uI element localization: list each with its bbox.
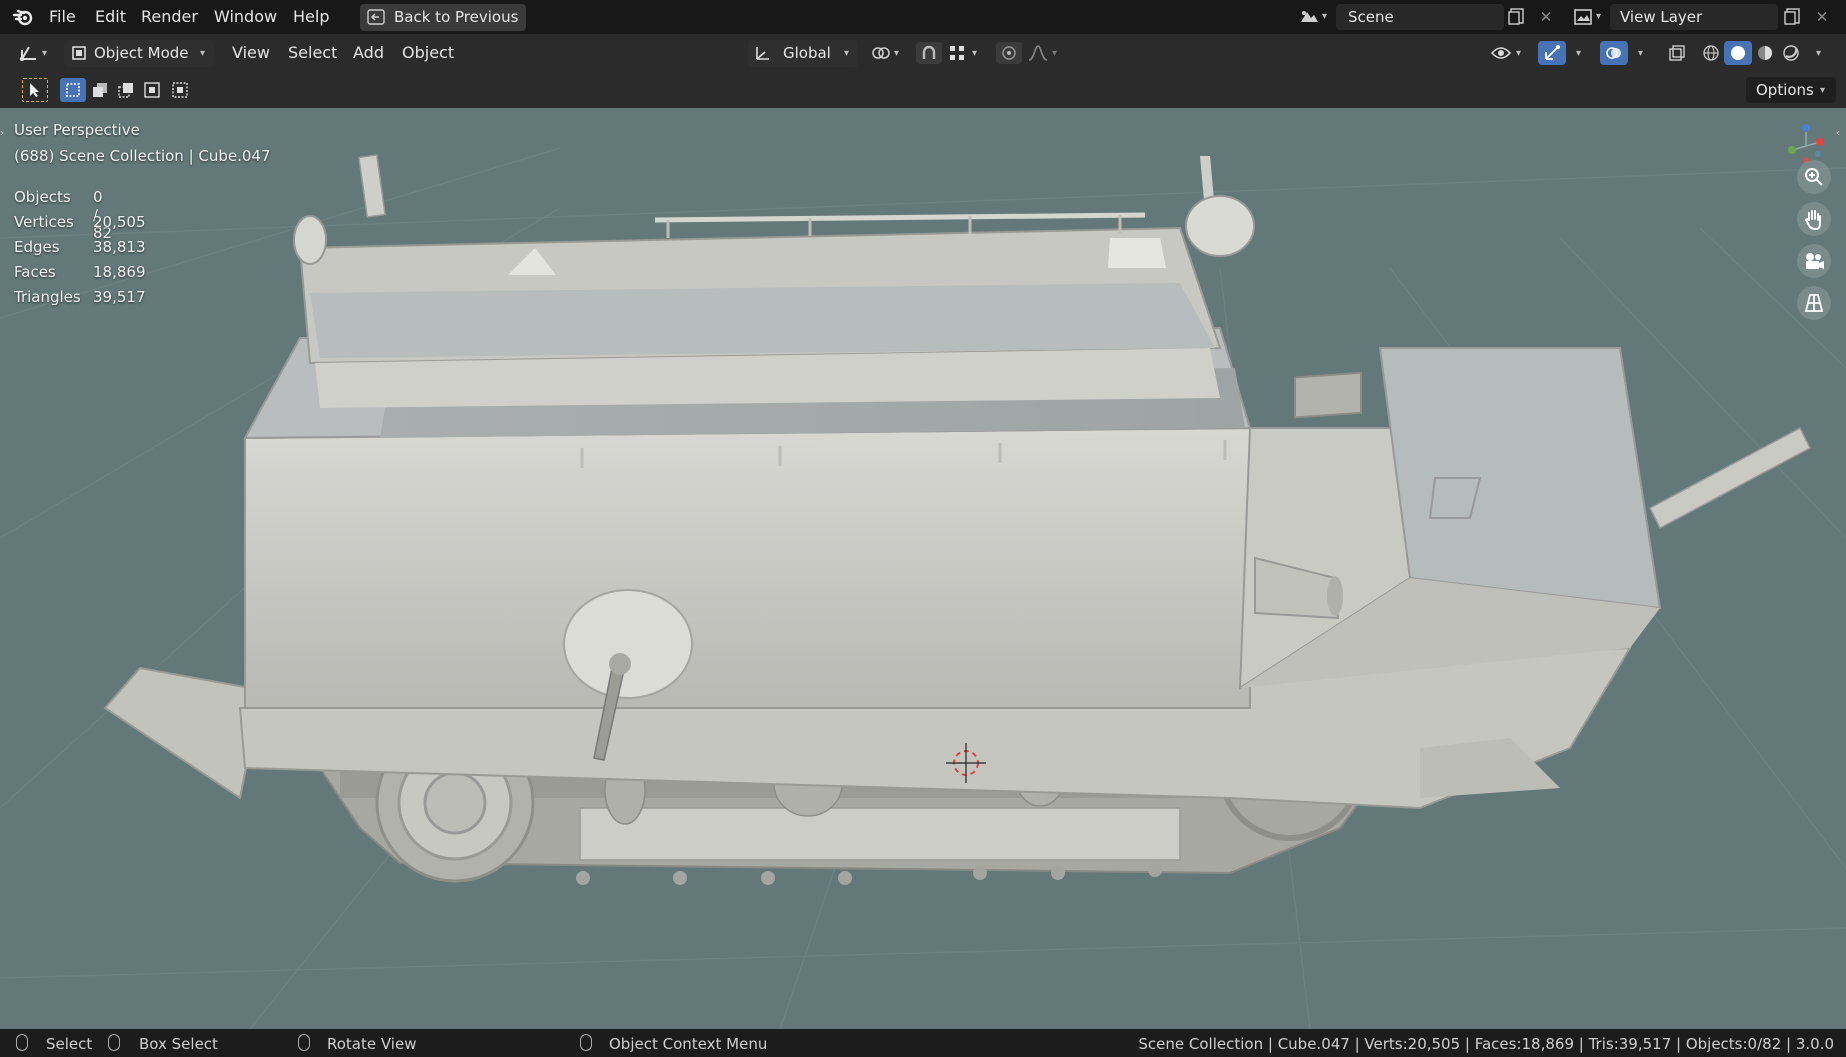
visibility-eye-icon[interactable]: [1490, 43, 1512, 63]
overlays-chevron-icon[interactable]: ▾: [1638, 48, 1643, 59]
stat-edges-value: 38,813: [93, 238, 146, 256]
status-select-hint: Select: [46, 1035, 93, 1053]
transform-orientation-label: Global: [783, 44, 831, 62]
proportional-editing-icon[interactable]: [996, 42, 1022, 64]
top-bar: File Edit Render Window Help Back to Pre…: [0, 0, 1846, 34]
transform-orientation-chevron-icon: ▾: [844, 48, 850, 59]
status-scene-info: Scene Collection | Cube.047 | Verts:20,5…: [1138, 1035, 1834, 1053]
zoom-view-icon[interactable]: [1797, 160, 1831, 194]
object-mode-chevron-icon: ▾: [200, 48, 206, 59]
viewport-header: ▾ Object Mode ▾ View Select Add Object G…: [0, 34, 1846, 72]
menu-select[interactable]: Select: [288, 43, 337, 62]
object-mode-label: Object Mode: [94, 44, 189, 62]
falloff-chevron-icon[interactable]: ▾: [1052, 48, 1057, 59]
status-box-select-hint: Box Select: [139, 1035, 218, 1053]
status-rotate-view-hint: Rotate View: [327, 1035, 417, 1053]
visibility-chevron-icon[interactable]: ▾: [1516, 48, 1521, 59]
scene-name-field[interactable]: Scene: [1336, 4, 1504, 30]
menu-window[interactable]: Window: [214, 7, 277, 26]
stat-vertices-label: Vertices: [14, 213, 74, 231]
delete-view-layer-icon[interactable]: ✕: [1812, 6, 1832, 28]
xray-toggle-icon[interactable]: [1664, 42, 1690, 64]
stat-triangles-label: Triangles: [14, 288, 81, 306]
menu-edit[interactable]: Edit: [95, 7, 126, 26]
toolbar-toggle-icon[interactable]: ›: [0, 128, 8, 148]
snap-element-icon[interactable]: [946, 43, 968, 63]
mouse-middle-icon: [298, 1034, 310, 1051]
editor-type-icon[interactable]: [18, 43, 40, 63]
back-arrow-icon: [366, 8, 386, 26]
select-box-new-icon[interactable]: [60, 78, 86, 102]
gizmo-chevron-icon[interactable]: ▾: [1576, 48, 1581, 59]
gizmo-toggle-icon[interactable]: [1538, 41, 1566, 65]
stat-edges-label: Edges: [14, 238, 60, 256]
object-mode-dropdown[interactable]: Object Mode ▾: [64, 40, 214, 67]
transform-orientation-dropdown[interactable]: Global ▾: [748, 40, 858, 67]
3d-viewport[interactable]: User Perspective (688) Scene Collection …: [0, 108, 1846, 1029]
global-orientation-icon: [754, 44, 772, 62]
axis-gizmo[interactable]: [1786, 122, 1826, 166]
options-label: Options: [1756, 81, 1814, 99]
snap-element-chevron-icon[interactable]: ▾: [972, 48, 977, 59]
pivot-point-chevron-icon[interactable]: ▾: [894, 48, 899, 59]
menu-add[interactable]: Add: [353, 43, 384, 62]
snap-toggle-icon[interactable]: [916, 42, 942, 64]
tool-header: Options ▾: [0, 72, 1846, 108]
shading-material-icon[interactable]: [1752, 42, 1778, 64]
menu-file[interactable]: File: [49, 7, 76, 26]
select-box-invert-icon[interactable]: [140, 78, 164, 102]
editor-type-chevron-icon[interactable]: ▾: [42, 48, 47, 59]
view-layer-dropdown-chevron-icon[interactable]: ▾: [1596, 11, 1601, 22]
stat-triangles-value: 39,517: [93, 288, 146, 306]
select-box-subtract-icon[interactable]: [114, 78, 138, 102]
viewport-scene: [0, 147, 1846, 1029]
options-chevron-icon: ▾: [1820, 85, 1826, 96]
mouse-drag-icon: [108, 1034, 120, 1051]
stat-objects-label: Objects: [14, 188, 71, 206]
back-to-previous-button[interactable]: Back to Previous: [360, 4, 526, 31]
shading-rendered-icon[interactable]: [1778, 42, 1804, 64]
scene-icon[interactable]: [1298, 6, 1320, 28]
falloff-curve-icon[interactable]: [1026, 43, 1050, 63]
status-bar: Select Box Select Rotate View Object Con…: [0, 1029, 1846, 1057]
tweak-tool-icon[interactable]: [22, 78, 48, 102]
pan-view-hand-icon[interactable]: [1797, 202, 1831, 236]
perspective-toggle-icon[interactable]: [1797, 286, 1831, 320]
options-dropdown[interactable]: Options ▾: [1746, 77, 1836, 103]
view-layer-name-field[interactable]: View Layer: [1610, 4, 1778, 30]
mouse-left-icon: [16, 1034, 28, 1051]
menu-view[interactable]: View: [232, 43, 270, 62]
mouse-right-icon: [580, 1034, 592, 1051]
stat-faces-label: Faces: [14, 263, 56, 281]
select-box-intersect-icon[interactable]: [168, 78, 192, 102]
sidebar-toggle-icon[interactable]: ‹: [1836, 128, 1844, 148]
vehicle-model[interactable]: [103, 154, 1811, 885]
menu-help[interactable]: Help: [293, 7, 329, 26]
shading-wireframe-icon[interactable]: [1698, 42, 1724, 64]
menu-render[interactable]: Render: [141, 7, 198, 26]
stat-vertices-value: 20,505: [93, 213, 146, 231]
overlays-toggle-icon[interactable]: [1600, 41, 1628, 65]
view-layer-icon[interactable]: [1572, 6, 1594, 28]
new-view-layer-icon[interactable]: [1782, 6, 1804, 28]
scene-dropdown-chevron-icon[interactable]: ▾: [1322, 11, 1327, 22]
object-mode-icon: [70, 44, 88, 62]
select-box-extend-icon[interactable]: [88, 78, 112, 102]
new-scene-icon[interactable]: [1506, 6, 1528, 28]
view-name: User Perspective: [14, 121, 140, 139]
pivot-point-icon[interactable]: [870, 43, 892, 63]
blender-logo-icon[interactable]: [12, 6, 34, 28]
menu-object[interactable]: Object: [402, 43, 454, 62]
shading-solid-icon[interactable]: [1724, 41, 1752, 65]
stat-faces-value: 18,869: [93, 263, 146, 281]
back-to-previous-label: Back to Previous: [394, 8, 519, 26]
status-context-menu-hint: Object Context Menu: [609, 1035, 768, 1053]
collection-info: (688) Scene Collection | Cube.047: [14, 147, 271, 165]
camera-view-icon[interactable]: [1797, 244, 1831, 278]
delete-scene-icon[interactable]: ✕: [1536, 6, 1556, 28]
shading-chevron-icon[interactable]: ▾: [1816, 48, 1821, 59]
view-layer-name-value: View Layer: [1620, 8, 1703, 26]
scene-name-value: Scene: [1348, 8, 1394, 26]
